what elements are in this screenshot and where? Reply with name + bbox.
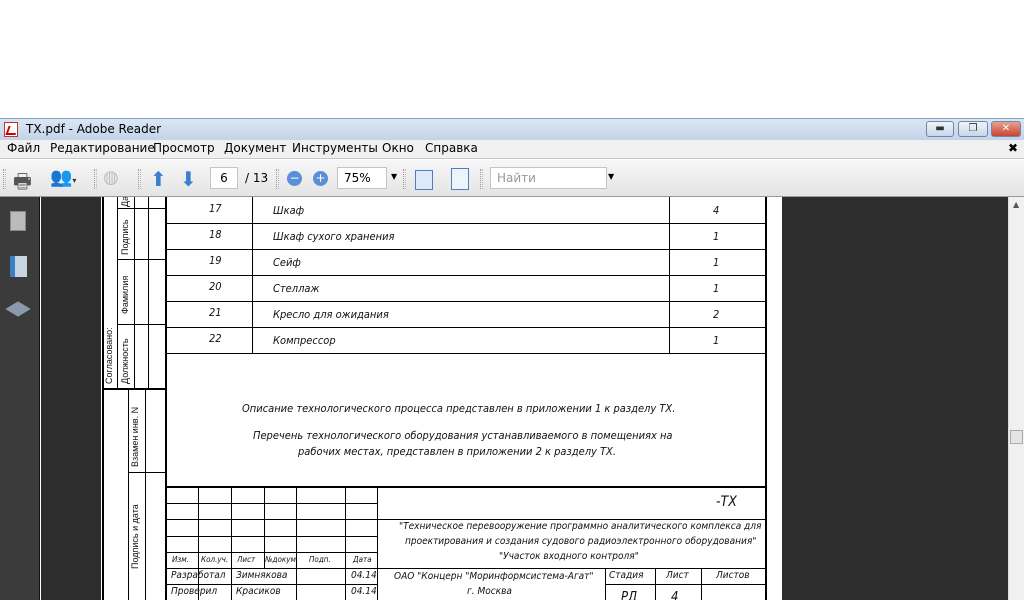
bookmarks-icon[interactable] (10, 256, 27, 277)
stamp-agreed-label: Согласовано: (104, 327, 114, 384)
page-number-input[interactable]: 6 (210, 167, 238, 189)
sheet-value: 4 (671, 590, 679, 600)
window-title: TX.pdf - Adobe Reader (26, 122, 162, 136)
menu-edit[interactable]: Редактирование (50, 141, 155, 155)
developer-name: Зимнякова (236, 570, 288, 581)
title-bar: TX.pdf - Adobe Reader ▬ ❐ ✕ (0, 118, 1024, 140)
zoom-dropdown-icon[interactable]: ▼ (391, 172, 397, 181)
project-title-2: проектирования и создания судового радио… (405, 536, 757, 547)
layers-icon[interactable] (5, 301, 31, 317)
document-background (782, 197, 1008, 600)
organization: ОАО "Концерн "Моринформсистема-Агат" (394, 571, 594, 582)
fit-page-icon[interactable] (451, 168, 469, 190)
close-button[interactable]: ✕ (991, 121, 1021, 137)
city: г. Москва (467, 586, 512, 597)
minimize-button[interactable]: ▬ (926, 121, 954, 137)
checker-name: Красиков (236, 586, 281, 597)
header-count: Кол.уч. (201, 555, 229, 564)
zoom-select[interactable]: 75% (337, 167, 387, 189)
developed-label: Разработал (171, 570, 226, 581)
header-change: Изм. (172, 555, 189, 564)
fit-width-icon[interactable] (415, 170, 433, 190)
header-sign: Подп. (309, 555, 331, 564)
stamp-surname-label: Фамилия (120, 275, 130, 314)
toolbar: 🖶 👥▾ ◍ ⬆ ⬇ 6 / 13 − + 75% ▼ Найти ▼ (0, 160, 1024, 197)
scroll-up-icon[interactable]: ▲ (1013, 200, 1019, 209)
zoom-in-icon[interactable]: + (313, 171, 328, 186)
menu-window[interactable]: Окно (382, 141, 414, 155)
pdf-page: Дата Подпись Фамилия Должность Согласова… (101, 197, 782, 600)
header-sheet: Лист (237, 555, 256, 564)
header-docnum: №докум. (265, 555, 299, 564)
pdf-icon (4, 122, 18, 137)
menu-document[interactable]: Документ (224, 141, 286, 155)
checker-date: 04.14 (351, 586, 377, 597)
note-1: Описание технологического процесса предс… (242, 402, 676, 415)
stamp-sign-date-label: Подпись и дата (130, 504, 140, 569)
print-icon[interactable]: 🖶 (13, 167, 39, 193)
stamp-position-label: Должность (120, 338, 130, 384)
menu-file[interactable]: Файл (7, 141, 40, 155)
collaborate-icon[interactable]: ◍ (103, 167, 131, 191)
developer-date: 04.14 (351, 570, 377, 581)
document-code: -ТХ (716, 494, 737, 510)
menu-view[interactable]: Просмотр (153, 141, 215, 155)
checked-label: Проверил (171, 586, 218, 597)
scroll-thumb[interactable] (1010, 430, 1023, 444)
stage-value: РД (621, 590, 638, 600)
next-page-icon[interactable]: ⬇ (180, 167, 202, 191)
previous-page-icon[interactable]: ⬆ (150, 167, 172, 191)
sheet-header: Лист (666, 570, 689, 581)
zoom-out-icon[interactable]: − (287, 171, 302, 186)
document-background (41, 197, 101, 600)
restore-button[interactable]: ❐ (958, 121, 988, 137)
note-3: рабочих местах, представлен в приложении… (298, 445, 616, 458)
project-title-1: "Техническое перевооружение программно а… (399, 521, 762, 532)
vertical-scrollbar[interactable]: ▲ (1008, 197, 1024, 600)
stamp-replaced-label: Взамен инв. N (130, 406, 140, 467)
menu-bar: Файл Редактирование Просмотр Документ Ин… (0, 140, 1024, 159)
menu-help[interactable]: Справка (425, 141, 478, 155)
navigation-pane (0, 197, 40, 600)
menu-tools[interactable]: Инструменты (292, 141, 378, 155)
pages-icon[interactable] (10, 211, 26, 231)
close-document-icon[interactable]: ✖ (1008, 141, 1018, 155)
sheets-header: Листов (716, 570, 750, 581)
header-date: Дата (353, 555, 372, 564)
page-total: / 13 (245, 171, 269, 185)
stamp-signature-label: Подпись (120, 219, 130, 255)
search-input[interactable]: Найти (490, 167, 607, 189)
stamp-date-label: Дата (120, 197, 130, 207)
search-dropdown-icon[interactable]: ▼ (608, 172, 614, 181)
project-title-3: "Участок входного контроля" (499, 551, 639, 562)
share-icon[interactable]: 👥▾ (50, 167, 80, 191)
stage-header: Стадия (609, 570, 644, 581)
note-2: Перечень технологического оборудования у… (253, 429, 673, 442)
